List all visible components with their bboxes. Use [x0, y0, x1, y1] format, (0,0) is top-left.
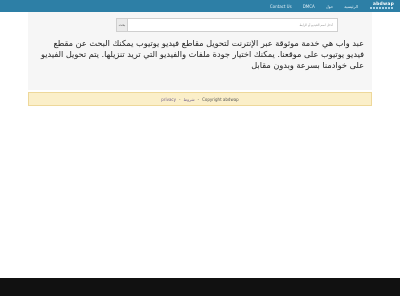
search-input[interactable]: أدخل اسم الفيديو أو الرابط: [127, 18, 338, 32]
copyright-text: Copyright abdwap: [202, 96, 239, 102]
privacy-link[interactable]: privacy: [161, 97, 176, 102]
terms-link[interactable]: شروط: [183, 97, 194, 102]
site-description: عبد واب هي خدمة موثوقة عبر الإنترنت لتحو…: [41, 38, 364, 71]
nav-link-home[interactable]: الرئيسية: [344, 4, 358, 9]
logo-underline: [370, 7, 394, 9]
nav-link-about[interactable]: حول: [326, 4, 333, 9]
bottom-bar: [0, 278, 400, 296]
footer-separator: -: [197, 96, 200, 102]
main-panel: بحث أدخل اسم الفيديو أو الرابط عبد واب ه…: [28, 12, 372, 90]
nav-link-dmca[interactable]: DMCA: [303, 4, 315, 9]
nav-links: Contact Us DMCA حول الرئيسية: [270, 0, 358, 12]
footer-separator: -: [178, 96, 181, 102]
top-navbar: Contact Us DMCA حول الرئيسية abdwap: [0, 0, 400, 12]
search-form: بحث أدخل اسم الفيديو أو الرابط: [116, 18, 338, 32]
footer-bar: privacy - شروط - Copyright abdwap: [28, 92, 372, 106]
nav-link-contact[interactable]: Contact Us: [270, 4, 292, 9]
search-button[interactable]: بحث: [116, 18, 127, 32]
